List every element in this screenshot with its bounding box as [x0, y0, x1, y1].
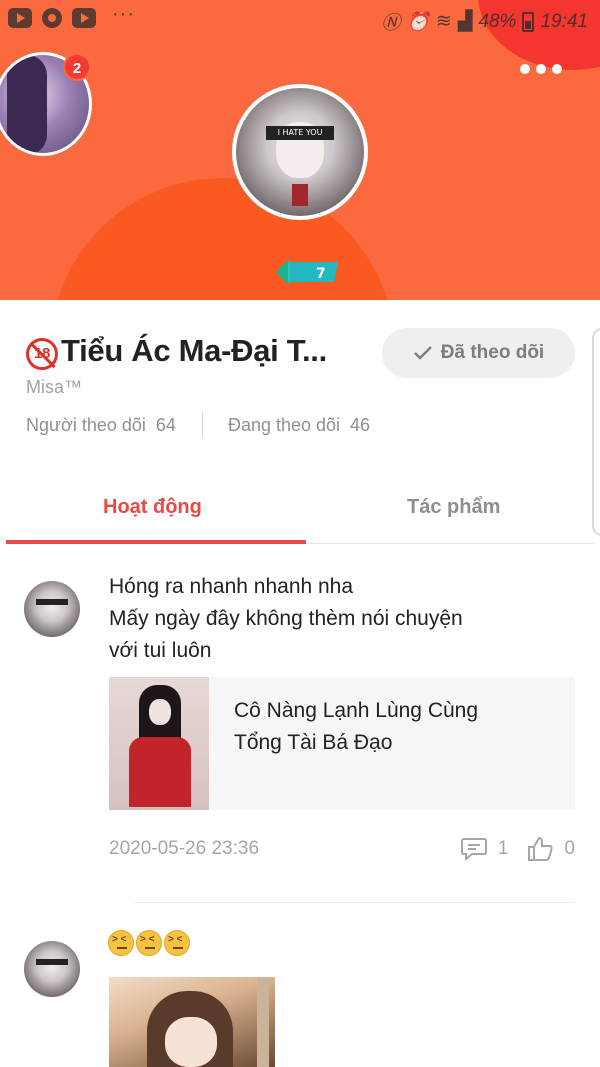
post-date: 2020-05-26 23:36	[109, 838, 260, 859]
battery-percent: 48%	[478, 10, 517, 32]
confounded-emoji-icon	[136, 930, 162, 956]
check-icon	[413, 346, 432, 360]
nfc-icon: Ⓝ	[381, 13, 401, 34]
dot-icon	[536, 64, 546, 74]
followers-label[interactable]: Người theo dõi	[26, 415, 146, 436]
post-author-avatar[interactable]	[24, 581, 80, 637]
confounded-emoji-icon	[108, 930, 134, 956]
following-button-label: Đã theo dõi	[440, 342, 545, 363]
follow-stats: Người theo dõi 64 Đang theo dõi 46	[26, 412, 370, 438]
username: Misa™	[26, 377, 83, 397]
like-count: 0	[564, 838, 575, 859]
wifi-icon: ≋	[435, 11, 452, 32]
following-label[interactable]: Đang theo dõi	[228, 415, 340, 436]
post-author-avatar[interactable]	[24, 941, 80, 997]
post-image[interactable]	[109, 977, 275, 1067]
age-restricted-icon: 18	[26, 338, 58, 370]
confounded-emoji-icon	[164, 930, 190, 956]
profile-tabs: Hoạt động Tác phẩm	[6, 480, 594, 544]
active-tab-indicator	[6, 540, 306, 544]
level-number: 7	[316, 266, 326, 282]
avatar-band-text: I HATE YOU	[266, 126, 334, 140]
post-separator	[135, 902, 575, 903]
dot-icon	[552, 64, 562, 74]
post-text: Hóng ra nhanh nhanh nha Mấy ngày đây khô…	[109, 575, 463, 662]
post-emoji-text	[108, 930, 190, 956]
notification-badge: 2	[63, 53, 91, 81]
dot-icon	[520, 64, 530, 74]
linked-book-card[interactable]: Cô Nàng Lạnh Lùng Cùng Tổng Tài Bá Đạo	[109, 677, 575, 810]
profile-name-text: Tiểu Ác Ma-Đại T...	[61, 333, 327, 368]
level-badge-icon: 7	[276, 260, 338, 284]
alarm-icon: ⏰	[406, 11, 430, 33]
post-meta: 2020-05-26 23:36 1 0	[109, 836, 575, 864]
tab-activity[interactable]: Hoạt động	[103, 496, 202, 519]
more-notifications-icon: ···	[112, 2, 135, 25]
followers-count[interactable]: 64	[156, 415, 176, 436]
signal-icon: ▟	[457, 11, 473, 32]
status-bar: ··· Ⓝ ⏰ ≋ ▟ 48% 19:41	[0, 0, 600, 40]
more-options-button[interactable]	[520, 64, 562, 74]
book-title: Cô Nàng Lạnh Lùng Cùng Tổng Tài Bá Đạo	[234, 699, 479, 754]
youtube-icon	[72, 8, 96, 28]
following-button[interactable]: Đã theo dõi	[382, 328, 575, 378]
tab-works[interactable]: Tác phẩm	[407, 496, 500, 519]
stats-divider	[201, 412, 203, 438]
book-cover	[109, 677, 209, 810]
profile-name: 18 Tiểu Ác Ma-Đại T...	[26, 333, 327, 370]
battery-icon	[522, 11, 535, 32]
comment-icon[interactable]	[460, 836, 488, 862]
following-count[interactable]: 46	[350, 415, 370, 436]
comment-count: 1	[497, 838, 509, 859]
like-icon[interactable]	[526, 836, 554, 862]
clock: 19:41	[540, 10, 588, 32]
chrome-icon	[42, 8, 62, 28]
profile-avatar[interactable]: I HATE YOU	[232, 84, 368, 220]
youtube-icon	[8, 8, 32, 28]
